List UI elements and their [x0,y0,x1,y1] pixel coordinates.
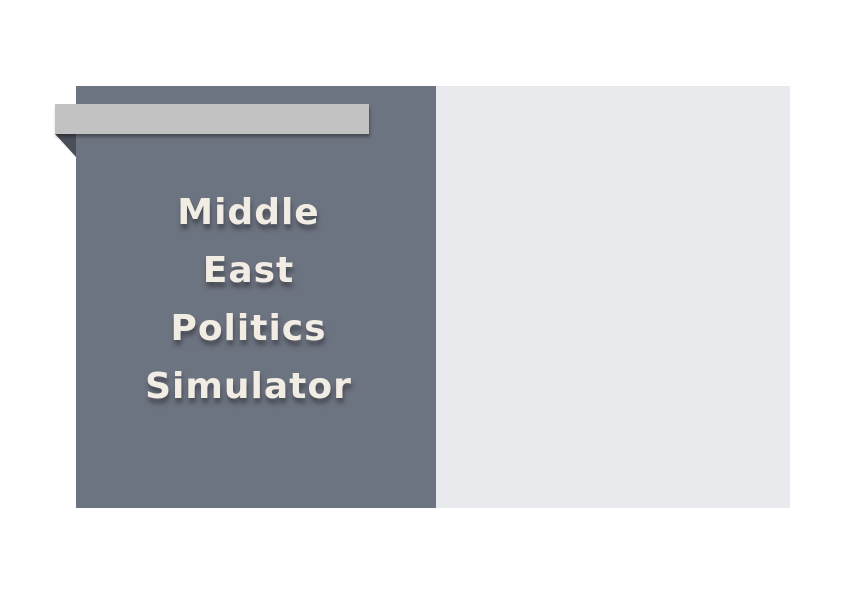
content-panel [436,86,790,508]
title-line-4: Simulator [145,366,352,407]
title-line-3: Politics [170,308,327,349]
ribbon-fold [55,134,76,157]
slide-title: Middle East Politics Simulator [76,184,421,416]
slide: Middle East Politics Simulator [0,0,842,595]
title-line-2: East [202,250,295,291]
title-line-1: Middle [177,192,320,233]
decorative-ribbon [55,104,369,134]
